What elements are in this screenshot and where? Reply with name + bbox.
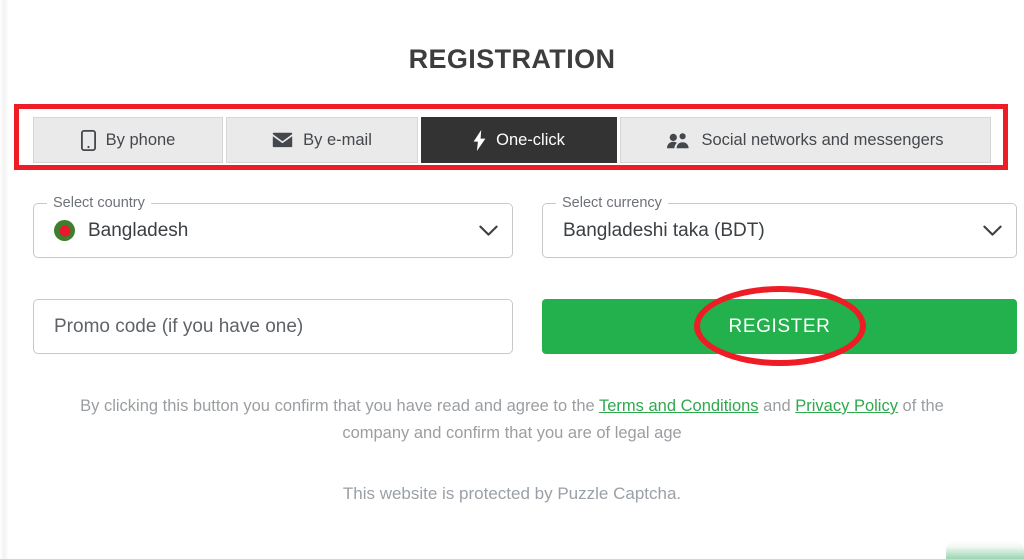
promo-code-input[interactable]	[33, 299, 513, 354]
select-currency-value: Bangladeshi taka (BDT)	[563, 219, 765, 241]
phone-icon	[80, 129, 96, 151]
card-left-edge-shadow	[0, 0, 9, 559]
people-icon	[667, 132, 691, 149]
captcha-notice: This website is protected by Puzzle Capt…	[342, 484, 682, 503]
envelope-icon	[272, 132, 293, 148]
legal-intro-text: By clicking this button you confirm that…	[80, 397, 599, 415]
edge-cutoff-widget	[946, 541, 1024, 559]
tab-by-email-label: By e-mail	[303, 130, 372, 149]
select-country-body: Bangladesh	[34, 204, 512, 257]
registration-page: ⋮ REGISTRATION By phone By e-mail	[0, 0, 1024, 559]
tab-by-email[interactable]: By e-mail	[226, 117, 418, 163]
privacy-policy-link[interactable]: Privacy Policy	[795, 397, 898, 415]
tab-social-networks[interactable]: Social networks and messengers	[620, 117, 991, 163]
lightning-bolt-icon	[473, 129, 486, 151]
legal-disclaimer: By clicking this button you confirm that…	[50, 393, 974, 447]
chevron-down-icon[interactable]	[983, 225, 1002, 237]
bangladesh-flag-icon	[54, 220, 75, 241]
edge-cutoff-glyph: ⋮	[1018, 11, 1024, 41]
tab-one-click[interactable]: One-click	[421, 117, 617, 163]
page-title: REGISTRATION	[408, 44, 616, 74]
tab-one-click-label: One-click	[496, 130, 565, 149]
select-country-value: Bangladesh	[88, 219, 189, 241]
select-currency[interactable]: Select currency Bangladeshi taka (BDT)	[542, 195, 1017, 258]
terms-and-conditions-link[interactable]: Terms and Conditions	[599, 397, 759, 415]
registration-method-tabs: By phone By e-mail One-click Social netw…	[33, 117, 991, 163]
register-button[interactable]: REGISTER	[542, 299, 1017, 354]
tab-by-phone-label: By phone	[105, 130, 176, 149]
select-currency-body: Bangladeshi taka (BDT)	[543, 204, 1016, 257]
select-country[interactable]: Select country Bangladesh	[33, 195, 513, 258]
tab-social-networks-label: Social networks and messengers	[701, 130, 944, 149]
chevron-down-icon[interactable]	[479, 225, 498, 237]
legal-conjunction-text: and	[758, 397, 796, 415]
tab-by-phone[interactable]: By phone	[33, 117, 223, 163]
